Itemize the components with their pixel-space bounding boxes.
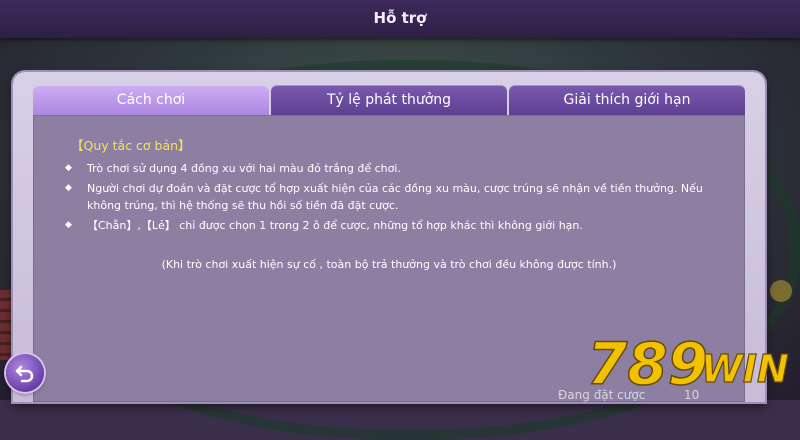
rule-text: Người chơi dự đoán và đặt cược tổ hợp xu… xyxy=(87,182,703,212)
section-title: 【Quy tắc cơ bản】 xyxy=(71,138,191,153)
rule-item: ◆ 【Chẵn】,【Lẻ】 chỉ được chọn 1 trong 2 ô … xyxy=(65,217,725,234)
tab-how-to-play[interactable]: Cách chơi xyxy=(33,85,269,115)
diamond-bullet-icon: ◆ xyxy=(65,163,72,173)
header-bar: Hỗ trợ xyxy=(0,0,800,38)
back-button[interactable] xyxy=(6,354,44,392)
left-column-decoration xyxy=(0,290,12,360)
tab-payout-rates[interactable]: Tỷ lệ phát thưởng xyxy=(271,85,507,115)
rules-list: ◆ Trò chơi sử dụng 4 đồng xu với hai màu… xyxy=(65,160,725,237)
page-title: Hỗ trợ xyxy=(373,9,427,27)
svg-text:789: 789 xyxy=(587,330,708,398)
disclaimer-note: (Khi trò chơi xuất hiện sự cố , toàn bộ … xyxy=(161,258,617,271)
tab-limit-explanation[interactable]: Giải thích giới hạn xyxy=(509,85,745,115)
rule-item: ◆ Người chơi dự đoán và đặt cược tổ hợp … xyxy=(65,180,725,214)
tab-bar: Cách chơi Tỷ lệ phát thưởng Giải thích g… xyxy=(33,85,745,115)
rule-text: 【Chẵn】,【Lẻ】 chỉ được chọn 1 trong 2 ô để… xyxy=(87,219,583,232)
rule-text: Trò chơi sử dụng 4 đồng xu với hai màu đ… xyxy=(87,162,401,175)
svg-text:WIN: WIN xyxy=(701,347,789,391)
back-arrow-icon xyxy=(15,365,34,383)
chip-decoration xyxy=(770,280,792,302)
diamond-bullet-icon: ◆ xyxy=(65,183,72,193)
rule-item: ◆ Trò chơi sử dụng 4 đồng xu với hai màu… xyxy=(65,160,725,177)
789win-logo: 789 WIN xyxy=(586,329,789,399)
diamond-bullet-icon: ◆ xyxy=(65,220,72,230)
